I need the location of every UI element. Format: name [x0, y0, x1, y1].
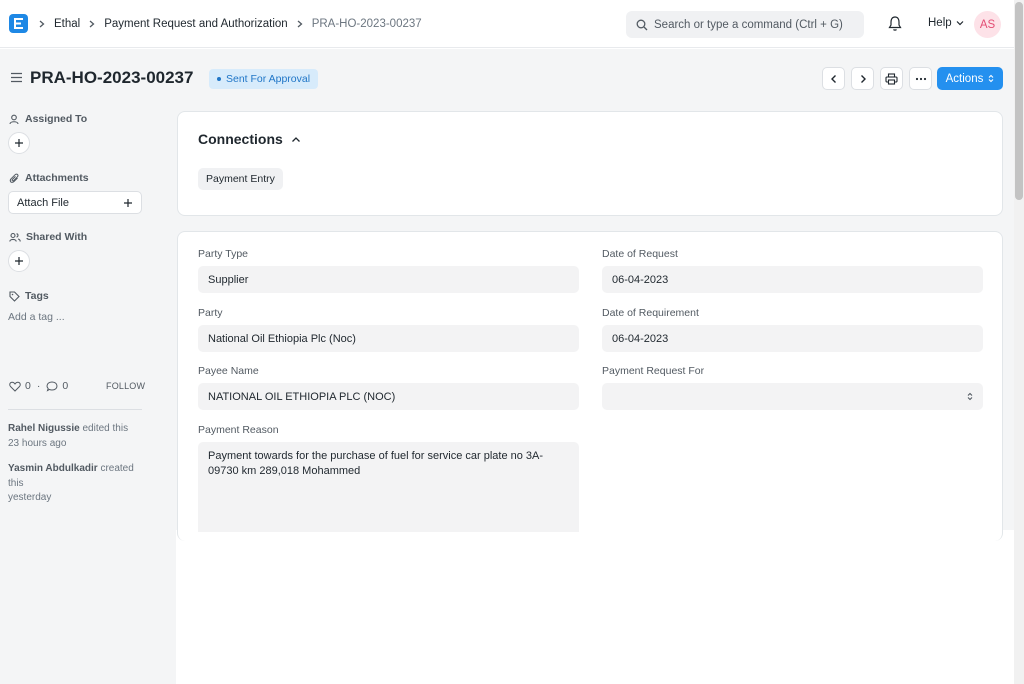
- timeline-item: Yasmin Abdulkadir created this yesterday: [8, 462, 142, 506]
- add-share-button[interactable]: [8, 250, 30, 272]
- breadcrumb-doctype[interactable]: Payment Request and Authorization: [104, 18, 287, 30]
- payment-request-for-label: Payment Request For: [602, 365, 705, 377]
- connections-toggle[interactable]: Connections: [198, 131, 301, 147]
- status-text: Sent For Approval: [226, 73, 311, 85]
- search-placeholder: Search or type a command (Ctrl + G): [654, 18, 843, 31]
- next-document-button[interactable]: [851, 67, 874, 90]
- likes-count: 0: [25, 380, 31, 392]
- help-dropdown[interactable]: Help: [928, 17, 964, 29]
- date-of-requirement-label: Date of Requirement: [602, 307, 699, 319]
- printer-icon: [885, 72, 898, 85]
- attach-file-label: Attach File: [17, 196, 69, 209]
- sidebar-background: [0, 530, 176, 684]
- sort-icon: [967, 392, 973, 401]
- date-of-request-label: Date of Request: [602, 248, 678, 260]
- timeline-time: 23 hours ago: [8, 437, 67, 449]
- ellipsis-icon: [915, 77, 926, 80]
- previous-document-button[interactable]: [822, 67, 845, 90]
- sidebar-divider: [8, 409, 142, 410]
- assigned-to-heading: Assigned To: [9, 113, 87, 125]
- tags-label: Tags: [25, 290, 49, 302]
- app-logo-icon: [14, 18, 23, 29]
- connections-title: Connections: [198, 131, 283, 147]
- payment-request-for-select[interactable]: [602, 383, 983, 410]
- comment-icon[interactable]: [46, 380, 58, 392]
- search-input[interactable]: Search or type a command (Ctrl + G): [626, 11, 864, 38]
- tags-heading: Tags: [9, 290, 49, 302]
- heart-icon[interactable]: [9, 381, 21, 392]
- payee-name-label: Payee Name: [198, 365, 259, 377]
- connection-payment-entry[interactable]: Payment Entry: [198, 168, 283, 190]
- paperclip-icon: [9, 173, 19, 183]
- attach-file-button[interactable]: Attach File: [8, 191, 142, 214]
- plus-icon: [124, 198, 132, 207]
- breadcrumb-ethal[interactable]: Ethal: [54, 18, 80, 30]
- menu-icon[interactable]: [10, 72, 23, 86]
- comments-count: 0: [62, 380, 69, 392]
- stats-separator: ·: [36, 380, 41, 392]
- scrollbar-thumb[interactable]: [1015, 2, 1023, 200]
- details-card: Party Type Supplier Party National Oil E…: [177, 231, 1003, 541]
- status-badge: Sent For Approval: [209, 69, 319, 89]
- navbar: Ethal Payment Request and Authorization …: [0, 0, 1014, 48]
- app-logo[interactable]: [9, 14, 28, 33]
- party-type-label: Party Type: [198, 248, 248, 260]
- chevron-up-icon: [291, 136, 300, 142]
- chevron-right-icon: [88, 20, 96, 28]
- social-stats: 0 · 0: [9, 380, 68, 392]
- connections-card: Connections Payment Entry: [177, 111, 1003, 216]
- date-of-request-field[interactable]: 06-04-2023: [602, 266, 983, 293]
- search-icon: [636, 19, 648, 30]
- attachments-label: Attachments: [25, 172, 89, 184]
- attachments-heading: Attachments: [9, 172, 89, 184]
- party-label: Party: [198, 307, 223, 319]
- party-field[interactable]: National Oil Ethiopia Plc (Noc): [198, 325, 579, 352]
- actions-label: Actions: [945, 72, 984, 85]
- add-tag-link[interactable]: Add a tag ...: [8, 311, 65, 323]
- users-icon: [9, 232, 21, 242]
- payment-reason-field[interactable]: Payment towards for the purchase of fuel…: [198, 442, 579, 532]
- actions-button[interactable]: Actions: [937, 67, 1003, 90]
- avatar[interactable]: AS: [974, 11, 1001, 38]
- shared-with-label: Shared With: [26, 231, 88, 243]
- chevron-right-icon: [296, 20, 304, 28]
- add-assignee-button[interactable]: [8, 132, 30, 154]
- chevron-left-icon: [830, 74, 836, 83]
- date-of-requirement-field[interactable]: 06-04-2023: [602, 325, 983, 352]
- payment-reason-label: Payment Reason: [198, 424, 279, 436]
- breadcrumb: Ethal Payment Request and Authorization …: [38, 0, 430, 48]
- assigned-to-label: Assigned To: [25, 113, 88, 125]
- party-type-field[interactable]: Supplier: [198, 266, 579, 293]
- page-title: PRA-HO-2023-00237: [30, 68, 194, 87]
- follow-button[interactable]: FOLLOW: [106, 381, 145, 391]
- payee-name-field[interactable]: NATIONAL OIL ETHIOPIA PLC (NOC): [198, 383, 579, 410]
- shared-with-heading: Shared With: [9, 231, 87, 243]
- timeline-item: Rahel Nigussie edited this 23 hours ago: [8, 422, 142, 451]
- print-button[interactable]: [880, 67, 903, 90]
- more-options-button[interactable]: [909, 67, 932, 90]
- help-label: Help: [928, 17, 952, 29]
- chevron-down-icon: [956, 21, 964, 26]
- breadcrumb-current[interactable]: PRA-HO-2023-00237: [312, 18, 422, 30]
- chevron-right-icon: [38, 20, 46, 28]
- chevron-right-icon: [860, 74, 866, 83]
- bell-icon[interactable]: [887, 15, 903, 35]
- timeline-action: edited this: [82, 423, 129, 434]
- status-dot: [217, 77, 221, 81]
- sort-icon: [988, 74, 994, 83]
- plus-icon: [15, 139, 23, 147]
- timeline-user[interactable]: Rahel Nigussie: [8, 423, 80, 434]
- plus-icon: [15, 257, 23, 265]
- tag-icon: [9, 290, 20, 302]
- user-icon: [9, 114, 19, 124]
- timeline-time: yesterday: [8, 492, 52, 503]
- timeline-user[interactable]: Yasmin Abdulkadir: [8, 463, 98, 474]
